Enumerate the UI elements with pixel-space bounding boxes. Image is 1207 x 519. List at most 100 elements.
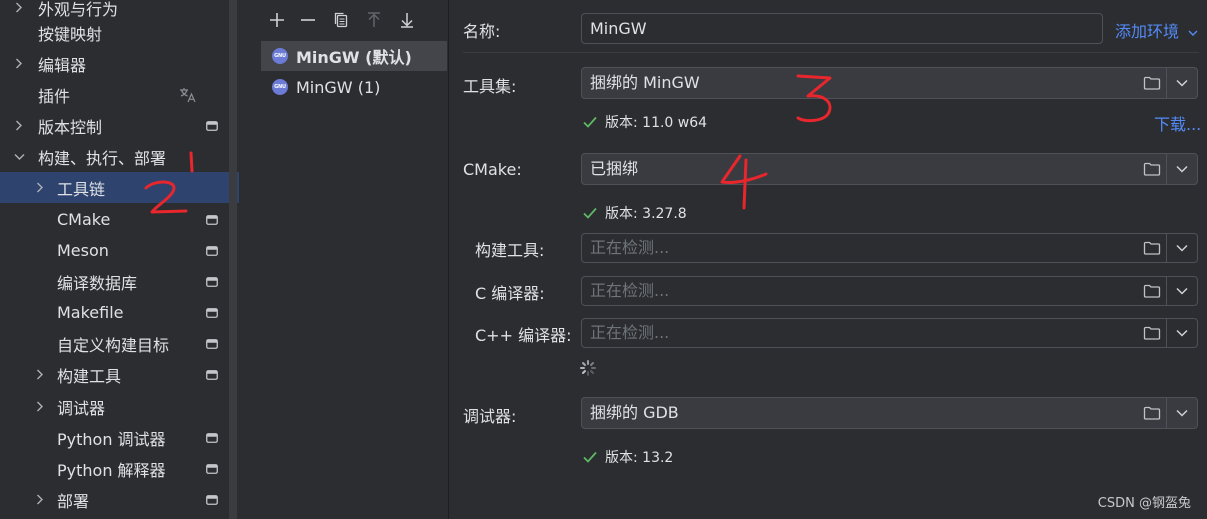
toolset-version-text: 版本: 11.0 w64 <box>605 115 708 131</box>
debugger-dropdown-button[interactable] <box>1166 397 1197 429</box>
project-settings-icon <box>205 463 219 475</box>
toolchain-item-label: MinGW (1) <box>296 77 381 97</box>
build-tool-dropdown-button[interactable] <box>1166 233 1197 263</box>
sidebar-item[interactable]: 调试器 <box>0 391 239 422</box>
add-icon <box>270 13 284 27</box>
download-link[interactable]: 下载... <box>1154 111 1201 135</box>
sidebar-item[interactable]: Meson <box>0 235 239 266</box>
toolchain-list-panel: GNU MinGW (默认) GNU MinGW (1) <box>260 0 449 519</box>
project-settings-icon <box>205 369 219 381</box>
cpp-compiler-placeholder: 正在检测... <box>590 323 670 342</box>
toolset-combobox[interactable]: 捆绑的 MinGW <box>581 67 1198 99</box>
annotation-number-3: 3 <box>796 74 832 123</box>
folder-icon[interactable] <box>1143 405 1161 421</box>
project-settings-icon <box>205 245 219 257</box>
toolchain-toolbar <box>260 6 448 36</box>
sidebar-item[interactable]: 按键映射 <box>0 17 239 48</box>
sidebar-item-label: Python 调试器 <box>57 429 166 449</box>
chevron-down-icon <box>1176 329 1188 337</box>
folder-icon[interactable] <box>1143 240 1161 256</box>
chevron-right-icon[interactable] <box>12 57 26 71</box>
chevron-right-icon[interactable] <box>33 493 47 507</box>
debugger-version-text: 版本: 13.2 <box>605 450 674 466</box>
toolset-dropdown-button[interactable] <box>1166 67 1197 99</box>
sidebar-item[interactable]: 自定义构建目标 <box>0 328 239 359</box>
sidebar-item[interactable]: 编译数据库 <box>0 266 239 297</box>
build-tool-placeholder: 正在检测... <box>590 238 670 257</box>
sidebar-item[interactable]: Makefile <box>0 297 239 328</box>
remove-icon <box>301 19 315 21</box>
sidebar-item-label: 编辑器 <box>38 55 87 75</box>
gnu-icon: GNU <box>272 79 288 95</box>
annotation-number-2: 2 <box>144 180 188 214</box>
sidebar-item-label: CMake <box>57 210 111 229</box>
sidebar-item[interactable]: 版本控制 <box>0 110 239 141</box>
chevron-down-icon <box>1176 79 1188 87</box>
chevron-down-icon <box>1188 30 1198 36</box>
add-environment-link[interactable]: 添加环境 <box>1115 18 1198 42</box>
c-compiler-combobox[interactable]: 正在检测... <box>581 276 1198 306</box>
chevron-right-icon[interactable] <box>33 368 47 382</box>
cpp-compiler-label: C++ 编译器: <box>475 326 572 345</box>
c-compiler-dropdown-button[interactable] <box>1166 276 1197 306</box>
sidebar-item[interactable]: Python 调试器 <box>0 422 239 453</box>
annotation-number-1: 1 <box>189 151 194 173</box>
folder-icon[interactable] <box>1143 161 1161 177</box>
remove-button[interactable] <box>294 6 322 34</box>
annotation-number-4: 4 <box>720 154 768 210</box>
chevron-right-icon[interactable] <box>12 1 26 15</box>
build-tool-label: 构建工具: <box>475 241 545 260</box>
cmake-label: CMake: <box>463 160 522 179</box>
sidebar-item-label: 调试器 <box>57 398 106 418</box>
move-up-button[interactable] <box>360 6 388 34</box>
sidebar-item[interactable]: 工具链 <box>0 172 239 203</box>
check-icon <box>583 207 597 219</box>
chevron-down-icon[interactable] <box>12 150 26 164</box>
project-settings-icon <box>205 307 219 319</box>
gnu-icon: GNU <box>272 48 288 64</box>
project-settings-icon <box>205 276 219 288</box>
cpp-compiler-combobox[interactable]: 正在检测... <box>581 318 1198 348</box>
c-compiler-label: C 编译器: <box>475 284 545 303</box>
name-input[interactable]: MinGW <box>581 13 1103 44</box>
sidebar-splitter[interactable] <box>229 0 237 519</box>
sidebar-item-label: 按键映射 <box>38 24 103 44</box>
project-settings-icon <box>205 338 219 350</box>
sidebar-item[interactable]: 构建工具 <box>0 359 239 390</box>
sidebar-item[interactable]: 构建、执行、部署 <box>0 141 239 172</box>
chevron-right-icon[interactable] <box>33 400 47 414</box>
add-environment-label: 添加环境 <box>1115 22 1180 41</box>
folder-icon[interactable] <box>1143 283 1161 299</box>
move-up-icon <box>368 12 380 27</box>
cmake-dropdown-button[interactable] <box>1166 153 1197 185</box>
cmake-version-status: 版本: 3.27.8 <box>583 203 687 223</box>
debugger-combobox[interactable]: 捆绑的 GDB <box>581 397 1198 429</box>
toolchain-item-mingw-1[interactable]: GNU MinGW (1) <box>261 72 447 102</box>
folder-icon[interactable] <box>1143 325 1161 341</box>
copy-button[interactable] <box>327 6 355 34</box>
cmake-combobox[interactable]: 已捆绑 <box>581 153 1198 185</box>
sidebar-item[interactable]: 编辑器 <box>0 48 239 79</box>
move-down-button[interactable] <box>393 6 421 34</box>
toolset-value: 捆绑的 MinGW <box>590 73 700 92</box>
build-tool-combobox[interactable]: 正在检测... <box>581 233 1198 263</box>
sidebar-item-label: 版本控制 <box>38 117 103 137</box>
chevron-down-icon <box>1176 244 1188 252</box>
add-button[interactable] <box>263 6 291 34</box>
chevron-right-icon[interactable] <box>12 119 26 133</box>
sidebar-item-label: 编译数据库 <box>57 273 138 293</box>
cmake-version-text: 版本: 3.27.8 <box>605 206 687 222</box>
sidebar-item-label: Makefile <box>57 303 124 322</box>
translate-icon[interactable] <box>178 87 198 103</box>
chevron-right-icon[interactable] <box>33 181 47 195</box>
debugger-version-status: 版本: 13.2 <box>583 447 673 467</box>
sidebar-item[interactable]: 插件 <box>0 79 239 110</box>
folder-icon[interactable] <box>1143 75 1161 91</box>
toolchain-item-mingw-default[interactable]: GNU MinGW (默认) <box>261 41 447 71</box>
cpp-compiler-dropdown-button[interactable] <box>1166 318 1197 348</box>
copy-icon <box>334 12 348 28</box>
sidebar-item[interactable]: CMake <box>0 204 239 235</box>
sidebar-item-label: Python 解释器 <box>57 460 166 480</box>
sidebar-item[interactable]: Python 解释器 <box>0 453 239 484</box>
sidebar-item[interactable]: 部署 <box>0 484 239 515</box>
